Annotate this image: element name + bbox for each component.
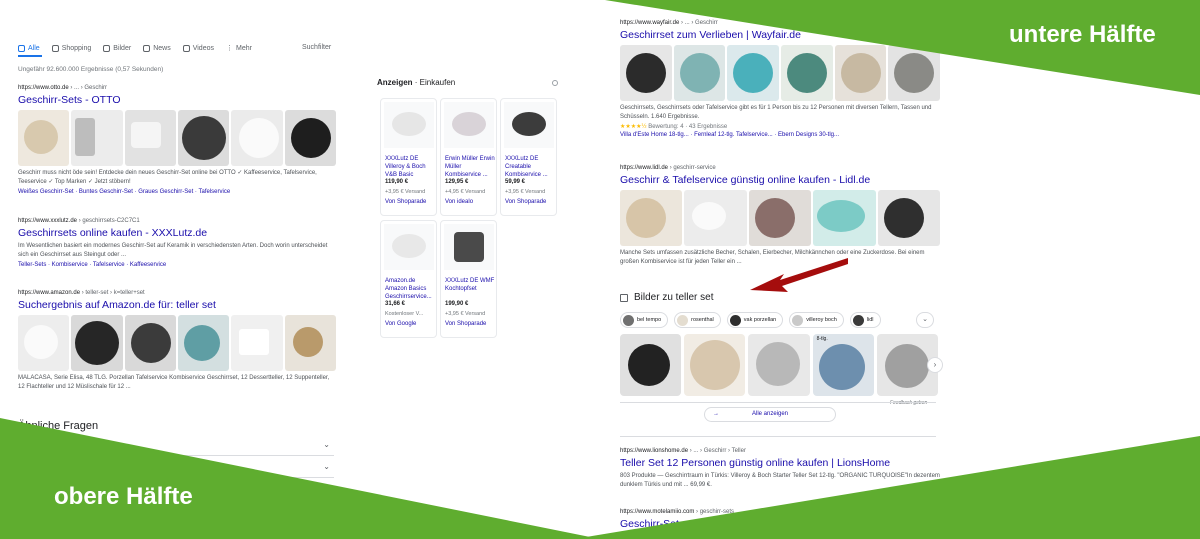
green-corner-bottom-right — [574, 436, 1200, 539]
label-upper-half: obere Hälfte — [54, 483, 193, 510]
label-lower-half: untere Hälfte — [1009, 21, 1156, 48]
green-band-bottom — [0, 418, 600, 539]
screenshot-canvas: Alle Shopping Bilder News Videos ⋮ Mehr S… — [0, 0, 1200, 539]
green-overlay — [0, 0, 1200, 539]
